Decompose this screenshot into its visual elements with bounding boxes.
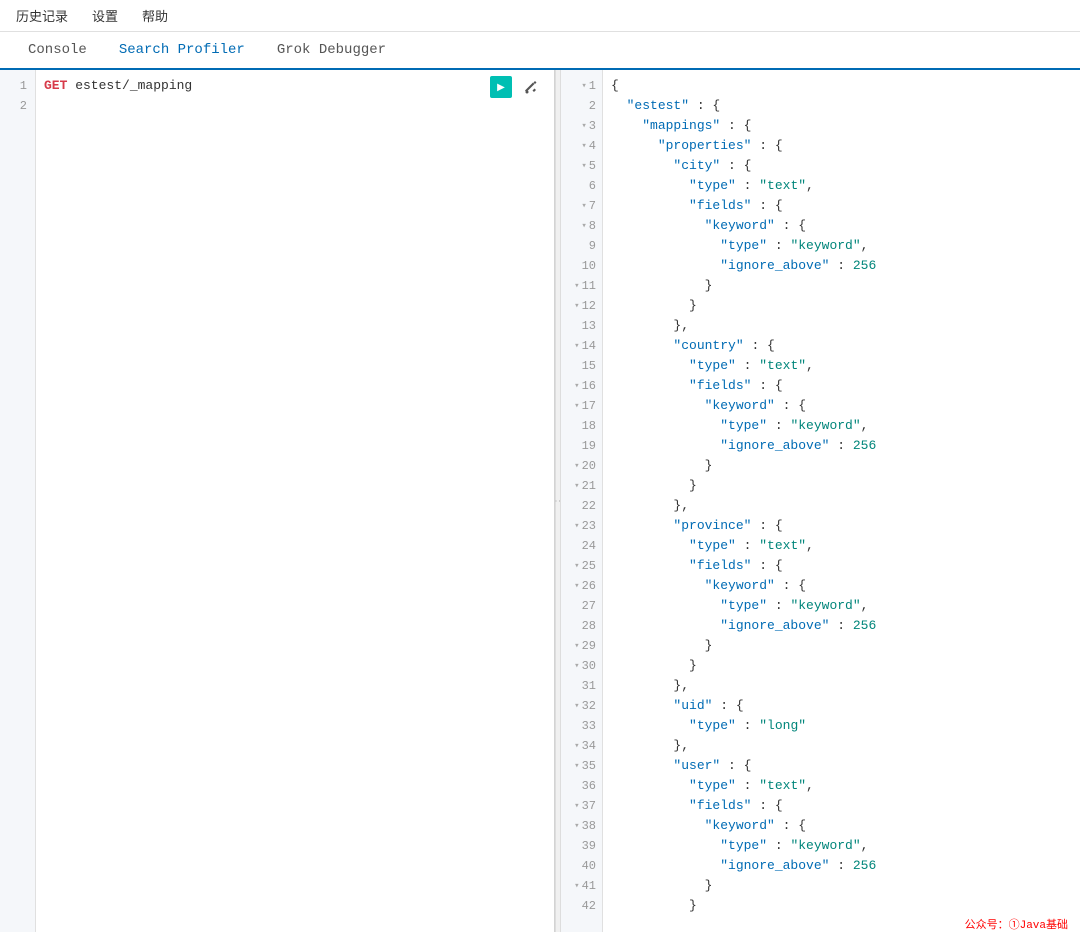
watermark: 公众号：①Java基础 [961, 914, 1072, 934]
output-line-10: "ignore_above" : 256 [611, 256, 1072, 276]
fold-icon-1[interactable]: ▾ [581, 76, 586, 96]
main-content: 1 2 GET estest/_mapping [0, 70, 1080, 932]
output-line-19: "ignore_above" : 256 [611, 436, 1072, 456]
fold-icon-25[interactable]: ▾ [574, 556, 579, 576]
editor-line-numbers: 1 2 [0, 70, 36, 932]
fold-icon-8[interactable]: ▾ [581, 216, 586, 236]
output-line-18: "type" : "keyword", [611, 416, 1072, 436]
output-line-35: "user" : { [611, 756, 1072, 776]
output-line-23: "province" : { [611, 516, 1072, 536]
output-line-24: "type" : "text", [611, 536, 1072, 556]
output-panel: ▾1 2 ▾3 ▾4 ▾5 6 ▾7 ▾8 9 10 ▾11 ▾12 13 ▾1… [561, 70, 1080, 932]
output-line-1: { [611, 76, 1072, 96]
run-button[interactable] [490, 76, 512, 98]
output-line-30: } [611, 656, 1072, 676]
editor-area[interactable]: 1 2 GET estest/_mapping [0, 70, 554, 932]
fold-icon-21[interactable]: ▾ [574, 476, 579, 496]
output-line-16: "fields" : { [611, 376, 1072, 396]
output-line-9: "type" : "keyword", [611, 236, 1072, 256]
fold-icon-32[interactable]: ▾ [574, 696, 579, 716]
fold-icon-14[interactable]: ▾ [574, 336, 579, 356]
fold-icon-3[interactable]: ▾ [581, 116, 586, 136]
output-line-26: "keyword" : { [611, 576, 1072, 596]
output-line-3: "mappings" : { [611, 116, 1072, 136]
output-line-numbers: ▾1 2 ▾3 ▾4 ▾5 6 ▾7 ▾8 9 10 ▾11 ▾12 13 ▾1… [561, 70, 603, 932]
settings-button[interactable] [520, 76, 542, 98]
editor-code-content[interactable]: GET estest/_mapping [36, 70, 554, 932]
output-line-21: } [611, 476, 1072, 496]
output-line-37: "fields" : { [611, 796, 1072, 816]
output-line-2: "estest" : { [611, 96, 1072, 116]
tab-console[interactable]: Console [12, 32, 103, 70]
fold-icon-7[interactable]: ▾ [581, 196, 586, 216]
tab-search-profiler[interactable]: Search Profiler [103, 32, 261, 70]
output-line-5: "city" : { [611, 156, 1072, 176]
output-line-38: "keyword" : { [611, 816, 1072, 836]
tab-grok-debugger[interactable]: Grok Debugger [261, 32, 402, 70]
fold-icon-37[interactable]: ▾ [574, 796, 579, 816]
fold-icon-23[interactable]: ▾ [574, 516, 579, 536]
wrench-icon [523, 79, 539, 95]
http-method: GET [44, 76, 67, 96]
fold-icon-29[interactable]: ▾ [574, 636, 579, 656]
menu-history[interactable]: 历史记录 [12, 4, 72, 27]
fold-icon-26[interactable]: ▾ [574, 576, 579, 596]
output-line-39: "type" : "keyword", [611, 836, 1072, 856]
output-line-6: "type" : "text", [611, 176, 1072, 196]
output-line-36: "type" : "text", [611, 776, 1072, 796]
output-line-11: } [611, 276, 1072, 296]
output-line-8: "keyword" : { [611, 216, 1072, 236]
output-line-34: }, [611, 736, 1072, 756]
output-area: ▾1 2 ▾3 ▾4 ▾5 6 ▾7 ▾8 9 10 ▾11 ▾12 13 ▾1… [561, 70, 1080, 932]
output-line-41: } [611, 876, 1072, 896]
fold-icon-5[interactable]: ▾ [581, 156, 586, 176]
editor-line-2 [44, 96, 546, 116]
fold-icon-34[interactable]: ▾ [574, 736, 579, 756]
editor-panel: 1 2 GET estest/_mapping [0, 70, 555, 932]
fold-icon-17[interactable]: ▾ [574, 396, 579, 416]
output-line-22: }, [611, 496, 1072, 516]
editor-line-1: GET estest/_mapping [44, 76, 546, 96]
output-code: { "estest" : { "mappings" : { "propertie… [603, 70, 1080, 932]
fold-icon-11[interactable]: ▾ [574, 276, 579, 296]
output-line-20: } [611, 456, 1072, 476]
fold-icon-41[interactable]: ▾ [574, 876, 579, 896]
output-line-40: "ignore_above" : 256 [611, 856, 1072, 876]
output-line-14: "country" : { [611, 336, 1072, 356]
menu-bar: 历史记录 设置 帮助 [0, 0, 1080, 32]
output-line-7: "fields" : { [611, 196, 1072, 216]
output-line-32: "uid" : { [611, 696, 1072, 716]
fold-icon-4[interactable]: ▾ [581, 136, 586, 156]
output-line-15: "type" : "text", [611, 356, 1072, 376]
fold-icon-16[interactable]: ▾ [574, 376, 579, 396]
fold-icon-12[interactable]: ▾ [574, 296, 579, 316]
output-line-12: } [611, 296, 1072, 316]
fold-icon-30[interactable]: ▾ [574, 656, 579, 676]
output-line-13: }, [611, 316, 1072, 336]
output-line-4: "properties" : { [611, 136, 1072, 156]
code-path: estest/_mapping [67, 76, 192, 96]
fold-icon-20[interactable]: ▾ [574, 456, 579, 476]
output-line-28: "ignore_above" : 256 [611, 616, 1072, 636]
menu-settings[interactable]: 设置 [88, 4, 122, 27]
editor-toolbar [490, 76, 542, 98]
output-line-27: "type" : "keyword", [611, 596, 1072, 616]
output-line-29: } [611, 636, 1072, 656]
fold-icon-35[interactable]: ▾ [574, 756, 579, 776]
output-line-25: "fields" : { [611, 556, 1072, 576]
output-line-42: } [611, 896, 1072, 916]
output-line-17: "keyword" : { [611, 396, 1072, 416]
fold-icon-38[interactable]: ▾ [574, 816, 579, 836]
output-line-31: }, [611, 676, 1072, 696]
output-line-33: "type" : "long" [611, 716, 1072, 736]
menu-help[interactable]: 帮助 [138, 4, 172, 27]
tab-bar: Console Search Profiler Grok Debugger [0, 32, 1080, 70]
